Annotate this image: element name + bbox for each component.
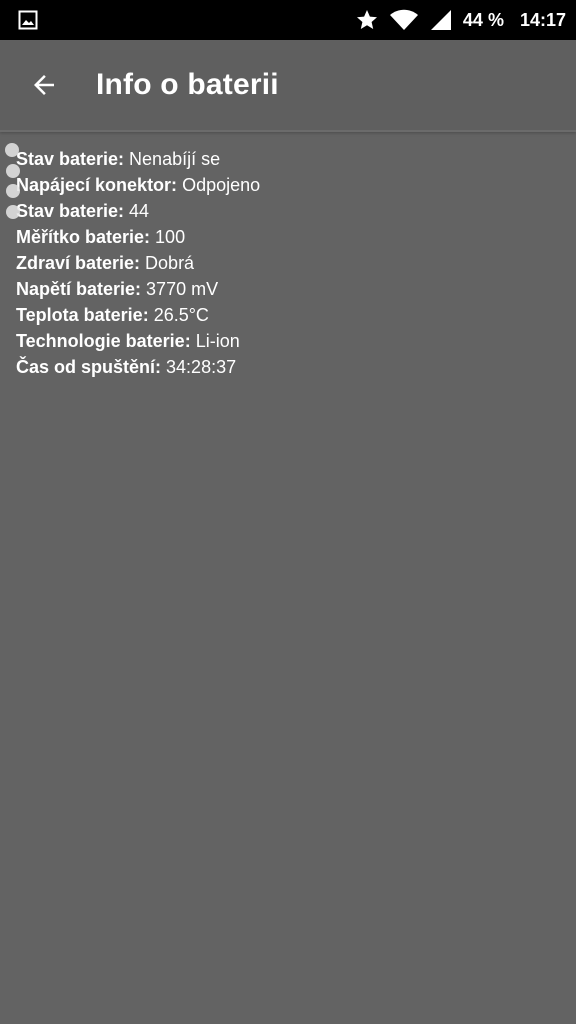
battery-percentage: 44 % xyxy=(462,9,504,30)
touch-dot xyxy=(5,143,19,157)
back-button[interactable] xyxy=(22,63,66,107)
info-label: Technologie baterie: xyxy=(16,331,191,351)
info-value: 44 xyxy=(129,201,150,221)
touch-dot xyxy=(6,184,20,198)
wifi-icon xyxy=(389,9,418,30)
app-bar: Info o baterii xyxy=(0,40,576,132)
info-row-battery-health: Zdraví baterie: Dobrá xyxy=(16,250,260,276)
info-row-battery-scale: Měřítko baterie: 100 xyxy=(16,224,260,250)
star-icon xyxy=(356,10,377,29)
info-value: Odpojeno xyxy=(182,175,261,195)
info-value: 100 xyxy=(155,227,186,247)
battery-info-list: Stav baterie: Nenabíjí se Napájecí konekt… xyxy=(16,146,260,380)
info-row-battery-technology: Technologie baterie: Li-ion xyxy=(16,328,260,354)
arrow-left-icon xyxy=(34,75,54,95)
info-label: Čas od spuštění: xyxy=(16,357,162,377)
info-row-charging-status: Stav baterie: Nenabíjí se xyxy=(16,146,260,172)
info-label: Teplota baterie: xyxy=(16,305,149,325)
info-row-uptime: Čas od spuštění: 34:28:37 xyxy=(16,354,260,380)
status-bar: 44 % 14:17 xyxy=(0,0,576,40)
info-value: 3770 mV xyxy=(146,279,219,299)
touch-dot xyxy=(6,205,20,219)
info-value: Li-ion xyxy=(195,331,240,351)
info-label: Napájecí konektor: xyxy=(16,175,178,195)
touch-dot xyxy=(6,164,20,178)
info-row-battery-temperature: Teplota baterie: 26.5°C xyxy=(16,302,260,328)
info-value: 34:28:37 xyxy=(166,357,237,377)
info-value: Dobrá xyxy=(145,253,195,273)
info-label: Stav baterie: xyxy=(16,201,125,221)
info-value: 26.5°C xyxy=(153,305,209,325)
page-title: Info o baterii xyxy=(96,68,279,101)
info-label: Stav baterie: xyxy=(16,149,125,169)
clock: 14:17 xyxy=(519,9,566,30)
signal-icon xyxy=(430,10,451,30)
info-row-power-connector: Napájecí konektor: Odpojeno xyxy=(16,172,260,198)
info-value: Nenabíjí se xyxy=(129,149,221,169)
info-label: Napětí baterie: xyxy=(16,279,142,299)
info-label: Zdraví baterie: xyxy=(16,253,141,273)
info-label: Měřítko baterie: xyxy=(16,227,151,247)
info-row-battery-level: Stav baterie: 44 xyxy=(16,198,260,224)
gallery-icon xyxy=(18,10,38,30)
info-row-battery-voltage: Napětí baterie: 3770 mV xyxy=(16,276,260,302)
